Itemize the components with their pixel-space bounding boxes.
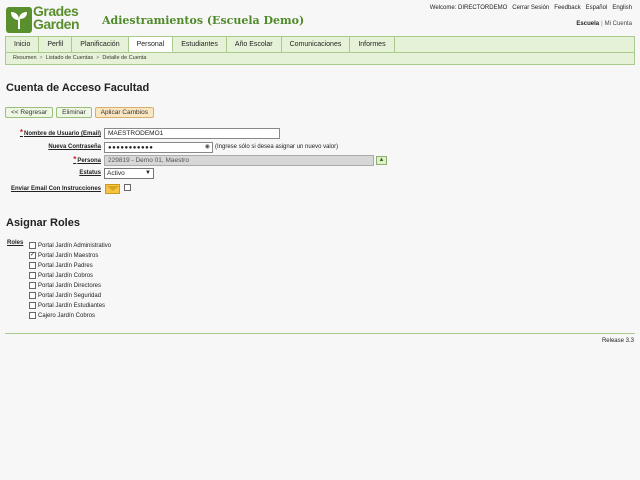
release-version: Release 3.3 bbox=[601, 338, 634, 344]
breadcrumb-listado[interactable]: Listado de Cuentas bbox=[46, 55, 93, 61]
school-links: Escuela | Mi Cuenta bbox=[576, 21, 632, 27]
role-label: Portal Jardín Cobros bbox=[38, 273, 94, 279]
tab-planificacion[interactable]: Planificación bbox=[72, 37, 129, 52]
tab-perfil[interactable]: Perfil bbox=[39, 37, 73, 52]
separator: | bbox=[601, 21, 603, 27]
password-row: Nueva Contraseña ●●●●●●●●●●● ◉ (Ingrese … bbox=[0, 142, 640, 153]
send-email-checkbox[interactable] bbox=[124, 184, 131, 191]
role-checkbox[interactable] bbox=[29, 292, 36, 299]
main-tabs: Inicio Perfil Planificación Personal Est… bbox=[5, 36, 635, 53]
role-checkbox[interactable] bbox=[29, 242, 36, 249]
chevron-down-icon: ▼ bbox=[145, 170, 151, 176]
my-account-link[interactable]: Mi Cuenta bbox=[605, 21, 632, 27]
status-row: Estatus Activo ▼ bbox=[0, 168, 640, 179]
roles-label: Roles bbox=[7, 240, 24, 246]
tab-ano-escolar[interactable]: Año Escolar bbox=[227, 37, 282, 52]
logout-link[interactable]: Cerrar Sesión bbox=[512, 5, 549, 11]
person-input: 229819 - Demo 01, Maestro bbox=[104, 155, 374, 166]
tab-comunicaciones[interactable]: Comunicaciones bbox=[282, 37, 351, 52]
feedback-link[interactable]: Feedback bbox=[554, 5, 580, 11]
role-label: Cajero Jardín Cobros bbox=[38, 313, 96, 319]
role-checkbox[interactable] bbox=[29, 272, 36, 279]
password-value: ●●●●●●●●●●● bbox=[108, 145, 154, 151]
status-label: Estatus bbox=[79, 170, 101, 176]
role-label: Portal Jardín Maestros bbox=[38, 253, 99, 259]
delete-button[interactable]: Eliminar bbox=[56, 107, 92, 118]
role-checkbox[interactable] bbox=[29, 262, 36, 269]
role-checkbox[interactable] bbox=[29, 282, 36, 289]
envelope-icon bbox=[105, 184, 120, 194]
role-label: Portal Jardín Seguridad bbox=[38, 293, 102, 299]
role-label: Portal Jardín Estudiantes bbox=[38, 303, 106, 309]
apply-changes-button[interactable]: Aplicar Cambios bbox=[94, 107, 154, 118]
tab-inicio[interactable]: Inicio bbox=[6, 37, 40, 52]
lookup-up-icon[interactable]: ▲ bbox=[376, 156, 387, 165]
action-buttons: << Regresar Eliminar Aplicar Cambios bbox=[5, 107, 154, 118]
role-label: Portal Jardín Directores bbox=[38, 283, 102, 289]
breadcrumb-detalle: Detalle de Cuenta bbox=[102, 55, 147, 61]
role-checkbox[interactable] bbox=[29, 302, 36, 309]
back-button[interactable]: << Regresar bbox=[5, 107, 54, 118]
breadcrumb-sep: > bbox=[39, 55, 43, 61]
breadcrumb-resumen[interactable]: Resumen bbox=[13, 55, 37, 61]
app-title: Adiestramientos (Escuela Demo) bbox=[102, 14, 305, 27]
status-value: Activo bbox=[107, 170, 125, 177]
page-title: Cuenta de Acceso Facultad bbox=[6, 82, 150, 94]
tab-informes[interactable]: Informes bbox=[350, 37, 395, 52]
sprout-logo-icon bbox=[6, 7, 32, 33]
logo-text: Grades Garden bbox=[33, 3, 80, 32]
person-row: *Persona 229819 - Demo 01, Maestro ▲ bbox=[0, 155, 640, 166]
password-label: Nueva Contraseña bbox=[48, 144, 101, 150]
username-row: *Nombre de Usuario (Email) MAESTRODEMO1 bbox=[0, 128, 640, 139]
grades-garden-logo[interactable]: Grades Garden bbox=[6, 3, 94, 35]
tab-estudiantes[interactable]: Estudiantes bbox=[173, 37, 227, 52]
english-link[interactable]: English bbox=[612, 5, 632, 11]
breadcrumb: Resumen > Listado de Cuentas > Detalle de Cu… bbox=[5, 53, 635, 65]
username-input[interactable]: MAESTRODEMO1 bbox=[104, 128, 280, 139]
footer-divider bbox=[5, 333, 635, 334]
password-hint: (Ingrese sólo si desea asignar un nuevo … bbox=[215, 144, 339, 150]
spanish-link[interactable]: Español bbox=[586, 5, 608, 11]
password-input[interactable]: ●●●●●●●●●●● ◉ bbox=[104, 142, 213, 153]
school-link[interactable]: Escuela bbox=[576, 21, 599, 27]
email-row: Enviar Email Con Instrucciones bbox=[0, 184, 640, 195]
top-links: Welcome: DIRECTORDEMO Cerrar Sesión Feed… bbox=[430, 5, 632, 11]
username-label: *Nombre de Usuario (Email) bbox=[19, 128, 101, 138]
role-checkbox[interactable]: ✓ bbox=[29, 252, 36, 259]
person-label: *Persona bbox=[73, 155, 101, 165]
breadcrumb-sep: > bbox=[96, 55, 100, 61]
eye-icon[interactable]: ◉ bbox=[205, 143, 210, 152]
status-select[interactable]: Activo ▼ bbox=[104, 168, 154, 179]
tab-personal[interactable]: Personal bbox=[128, 37, 174, 52]
role-checkbox[interactable] bbox=[29, 312, 36, 319]
role-label: Portal Jardín Padres bbox=[38, 263, 93, 269]
email-label: Enviar Email Con Instrucciones bbox=[10, 186, 101, 192]
welcome-text: Welcome: DIRECTORDEMO bbox=[429, 5, 508, 11]
roles-section-title: Asignar Roles bbox=[6, 217, 80, 229]
role-label: Portal Jardín Administrativo bbox=[38, 243, 112, 249]
